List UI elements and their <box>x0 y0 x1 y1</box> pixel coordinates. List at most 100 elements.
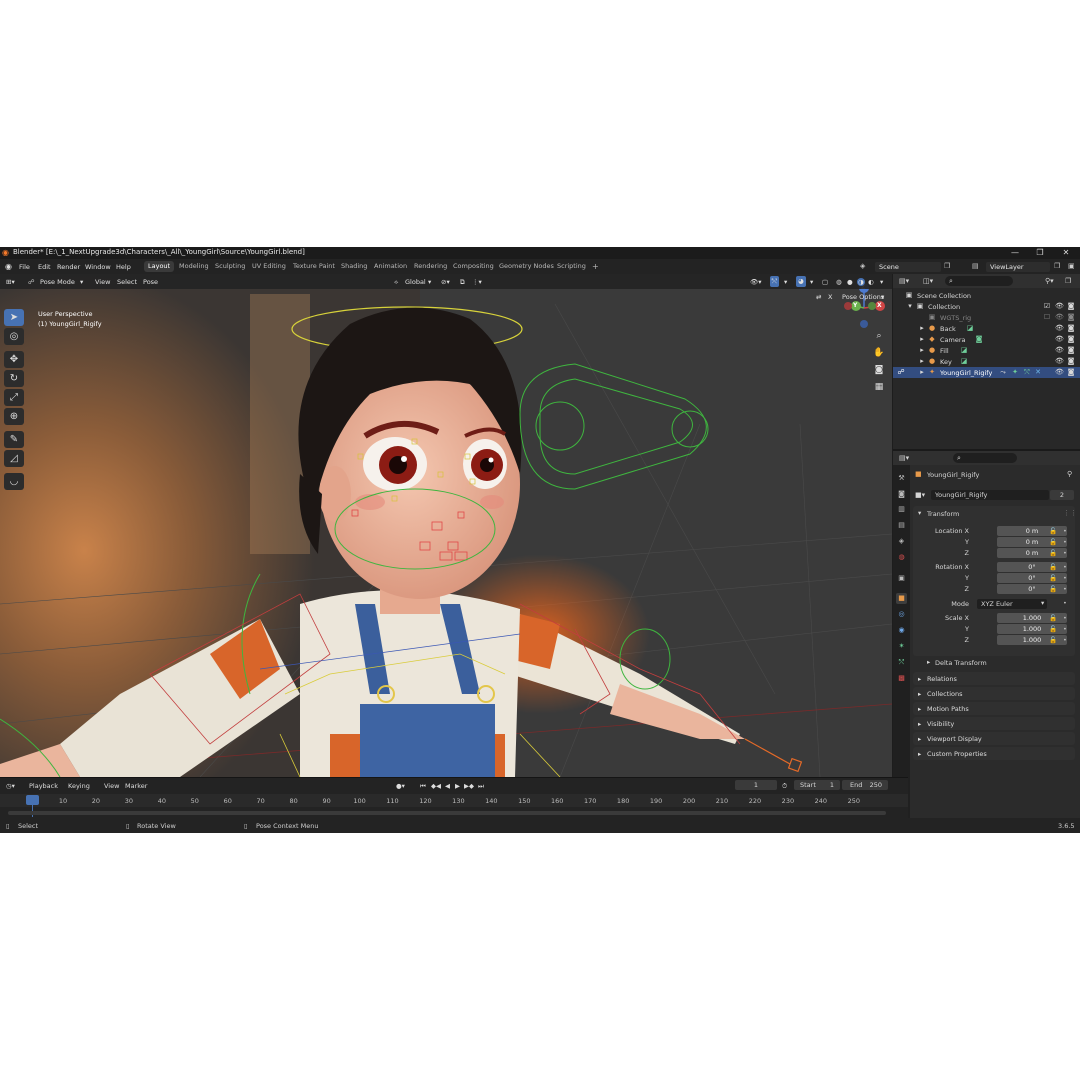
view-layer-remove-icon[interactable]: ▣ <box>1068 262 1075 270</box>
scale-tool[interactable]: ⤢ <box>4 389 24 406</box>
tab-sculpting[interactable]: Sculpting <box>211 261 249 272</box>
expand-arrow-icon[interactable]: ▾ <box>906 302 914 310</box>
outliner-row-camera[interactable]: ▸ ◆ Camera ◙ 👁 ◙ <box>893 334 1080 345</box>
outliner-row-wgts[interactable]: ▣ WGTS_rig ☐ 👁 ◙ <box>893 312 1080 323</box>
tab-modeling[interactable]: Modeling <box>175 261 213 272</box>
scale-keyframe-dots[interactable]: • • • <box>1063 613 1067 646</box>
expand-arrow-icon[interactable]: ▸ <box>918 368 926 376</box>
scale-lock-icons[interactable]: 🔓 🔓 🔓 <box>1049 613 1057 646</box>
material-shading-icon[interactable]: ◑ <box>857 278 865 286</box>
output-tab-icon[interactable]: ▥ <box>896 504 907 515</box>
xray-toggle-icon[interactable]: ▢ <box>822 278 828 286</box>
camera-view-icon[interactable]: ◙ <box>872 363 886 377</box>
location-keyframe-dots[interactable]: • • • <box>1063 526 1067 559</box>
bone-tab-icon[interactable]: ⤲ <box>896 657 907 668</box>
physics-tab-icon[interactable]: ◎ <box>896 609 907 620</box>
gizmo-toggle-icon[interactable]: ⤲ <box>770 276 780 287</box>
move-tool[interactable]: ✥ <box>4 351 24 368</box>
camera-render-icon[interactable]: ◙ <box>1067 346 1075 354</box>
grid-view-icon[interactable]: ▦ <box>872 380 886 394</box>
camera-render-icon[interactable]: ◙ <box>1067 313 1075 321</box>
pin-icon[interactable]: ⚲ <box>1067 470 1072 478</box>
editor-type-icon[interactable]: ⊞▾ <box>6 278 15 286</box>
outliner-row-back[interactable]: ▸ ● Back ◪ 👁 ◙ <box>893 323 1080 334</box>
scene-tab-icon[interactable]: ◈ <box>896 536 907 547</box>
object-browse-icon[interactable]: ■▾ <box>915 491 925 499</box>
tab-scripting[interactable]: Scripting <box>553 261 590 272</box>
mode-keyframe-dot[interactable]: • <box>1063 599 1067 607</box>
view-layer-selector[interactable]: ViewLayer <box>986 262 1050 272</box>
rotation-mode-dropdown[interactable]: XYZ Euler <box>977 599 1047 609</box>
location-lock-icons[interactable]: 🔓 🔓 🔓 <box>1049 526 1057 559</box>
checkbox-icon[interactable]: ☑ <box>1043 302 1051 310</box>
expand-arrow-icon[interactable]: ▸ <box>918 357 926 365</box>
outliner-row-fill[interactable]: ▸ ● Fill ◪ 👁 ◙ <box>893 345 1080 356</box>
minimize-button[interactable]: — <box>1005 247 1025 259</box>
filter-icon[interactable]: ⚲▾ <box>1045 277 1054 285</box>
outliner-row-collection[interactable]: ▾ ▣ Collection ☑ 👁 ◙ <box>893 301 1080 312</box>
wireframe-shading-icon[interactable]: ◍ <box>836 278 842 286</box>
gizmo-dropdown-icon[interactable]: ▾ <box>784 278 787 286</box>
add-workspace-button[interactable]: + <box>588 261 603 272</box>
rotation-keyframe-dots[interactable]: • • • <box>1063 562 1067 595</box>
tab-texture-paint[interactable]: Texture Paint <box>289 261 339 272</box>
menu-edit[interactable]: Edit <box>38 263 51 271</box>
tool-tab-icon[interactable]: ⚒ <box>896 473 907 484</box>
menu-render[interactable]: Render <box>57 263 80 271</box>
measure-tool[interactable]: ◿ <box>4 450 24 467</box>
outliner-row-key[interactable]: ▸ ● Key ◪ 👁 ◙ <box>893 356 1080 367</box>
tab-geometry-nodes[interactable]: Geometry Nodes <box>495 261 558 272</box>
delta-transform-arrow-icon[interactable]: ▸ <box>927 658 930 666</box>
mode-selector[interactable]: Pose Mode <box>40 278 75 286</box>
relations-panel[interactable]: ▸ Relations <box>913 672 1075 685</box>
pose-mode-toggle-icon[interactable]: ☍ <box>897 368 905 376</box>
custom-properties-panel[interactable]: ▸ Custom Properties <box>913 747 1075 760</box>
xmirror-icon[interactable]: ⇄ <box>816 293 821 301</box>
camera-render-icon[interactable]: ◙ <box>1067 335 1075 343</box>
camera-render-icon[interactable]: ◙ <box>1067 368 1075 376</box>
expand-arrow-icon[interactable]: ▸ <box>918 346 926 354</box>
constraints-tab-icon[interactable]: ◉ <box>896 625 907 636</box>
delta-transform-subpanel[interactable]: Delta Transform <box>935 659 987 667</box>
snap-settings-icon[interactable]: ⋮▾ <box>472 278 482 286</box>
timeline-scrollbar[interactable] <box>8 811 886 815</box>
collections-panel[interactable]: ▸ Collections <box>913 687 1075 700</box>
zoom-icon[interactable]: ⌕ <box>872 329 886 343</box>
motion-paths-panel[interactable]: ▸ Motion Paths <box>913 702 1075 715</box>
cursor-tool[interactable]: ◎ <box>4 328 24 345</box>
rotation-lock-icons[interactable]: 🔓 🔓 🔓 <box>1049 562 1057 595</box>
collection-tab-icon[interactable]: ▣ <box>896 573 907 584</box>
visibility-panel[interactable]: ▸ Visibility <box>913 717 1075 730</box>
render-tab-icon[interactable]: ◙ <box>896 489 907 500</box>
object-tab-icon[interactable]: ■ <box>896 593 907 604</box>
pivot-point-icon[interactable]: ⊘▾ <box>441 278 450 286</box>
armature-data-tab-icon[interactable]: ✶ <box>896 641 907 652</box>
navigation-gizmo[interactable]: Z Y X <box>840 282 888 330</box>
users-count[interactable]: 2 <box>1050 490 1074 500</box>
panel-collapse-icon[interactable]: ▾ <box>918 509 921 517</box>
shading-dropdown-icon[interactable]: ▾ <box>880 278 883 286</box>
properties-search-input[interactable]: ⌕ <box>953 453 1017 463</box>
tab-layout[interactable]: Layout <box>144 261 175 272</box>
outliner-editor-icon[interactable]: ▤▾ <box>899 277 909 285</box>
menu-help[interactable]: Help <box>116 263 131 271</box>
close-button[interactable]: ✕ <box>1056 247 1076 259</box>
outliner-row-younggirl-rigify[interactable]: ☍ ▸ ✦ YoungGirl_Rigify ⤳ ✦ ⤲ ✕ 👁 ◙ <box>893 367 1080 378</box>
checkbox-icon[interactable]: ☐ <box>1043 313 1051 321</box>
eye-icon[interactable]: 👁 <box>1055 302 1064 310</box>
eye-icon[interactable]: 👁 <box>1055 313 1064 321</box>
menu-pose[interactable]: Pose <box>143 278 158 286</box>
tab-animation[interactable]: Animation <box>370 261 411 272</box>
visibility-icon[interactable]: 👁▾ <box>750 278 762 286</box>
properties-editor-icon[interactable]: ▤▾ <box>899 454 909 462</box>
new-collection-icon[interactable]: ❐ <box>1065 277 1071 285</box>
select-box-tool[interactable]: ➤ <box>4 309 24 326</box>
tab-uv-editing[interactable]: UV Editing <box>248 261 290 272</box>
view-layer-copy-icon[interactable]: ❐ <box>1054 262 1060 270</box>
camera-render-icon[interactable]: ◙ <box>1067 324 1075 332</box>
3d-viewport[interactable]: User Perspective (1) YoungGirl_Rigify Z … <box>0 274 892 777</box>
overlay-toggle-icon[interactable]: ◕ <box>796 276 806 287</box>
eye-icon[interactable]: 👁 <box>1055 357 1064 365</box>
menu-file[interactable]: File <box>19 263 30 271</box>
pan-hand-icon[interactable]: ✋ <box>872 346 886 360</box>
